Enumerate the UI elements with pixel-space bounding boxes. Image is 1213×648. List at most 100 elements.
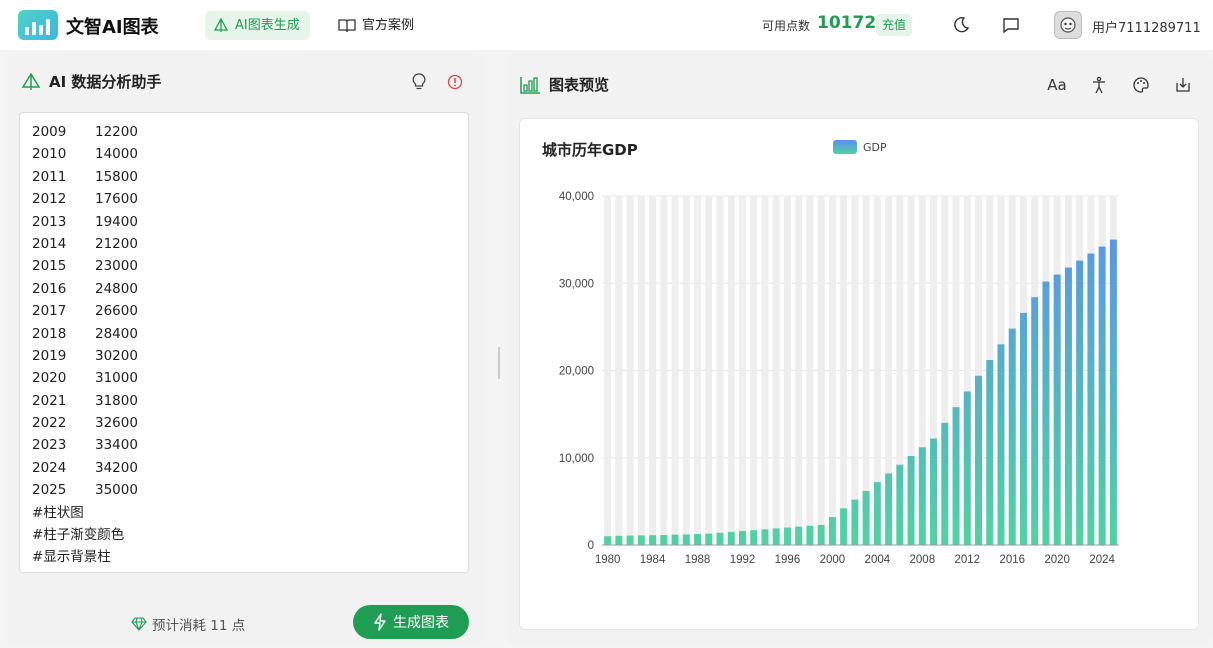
data-line-year: 2023 — [32, 437, 67, 454]
nav-ai-chart[interactable]: AI图表生成 — [205, 11, 310, 40]
bar-2014[interactable] — [986, 360, 994, 545]
bar-1990[interactable] — [716, 532, 724, 545]
bar-2008[interactable] — [918, 447, 926, 545]
data-line: 2023 33400 — [32, 434, 456, 456]
bar-2004[interactable] — [873, 482, 881, 545]
bar-1997[interactable] — [795, 526, 803, 545]
bar-2013[interactable] — [975, 375, 982, 545]
warning-button[interactable] — [445, 72, 465, 92]
bar-1980[interactable] — [604, 536, 612, 545]
bar-1998[interactable] — [806, 525, 814, 545]
avatar[interactable] — [1054, 11, 1082, 39]
bar-2025[interactable] — [1109, 239, 1117, 545]
data-line-value: 31000 — [95, 370, 138, 387]
data-line-year: 2016 — [32, 280, 67, 297]
bar-2016[interactable] — [1008, 328, 1016, 545]
data-line-year: 2021 — [32, 392, 67, 409]
alert-icon — [447, 74, 463, 90]
bar-2021[interactable] — [1064, 267, 1072, 545]
x-tick-label: 2000 — [820, 554, 846, 566]
bar-2010[interactable] — [941, 422, 949, 545]
username[interactable]: 用户7111289711 — [1092, 17, 1201, 36]
app-title: 文智AI图表 — [66, 17, 159, 38]
theme-palette-button[interactable] — [1130, 74, 1152, 96]
data-line-value: 26600 — [95, 303, 138, 320]
tips-button[interactable] — [409, 72, 429, 92]
bar-1994[interactable] — [761, 529, 769, 545]
background-bar — [671, 196, 679, 545]
bar-1996[interactable] — [783, 527, 791, 545]
data-line-year: 2015 — [32, 258, 67, 275]
data-line: 2022 32600 — [32, 412, 456, 434]
data-line: 2024 34200 — [32, 457, 456, 479]
bar-2018[interactable] — [1031, 297, 1039, 545]
bar-2000[interactable] — [828, 517, 836, 545]
data-line: 2019 30200 — [32, 345, 456, 367]
bar-2001[interactable] — [840, 508, 848, 545]
data-line-value: 30200 — [95, 347, 138, 364]
data-tag-line: #柱状图 — [32, 504, 84, 521]
bar-1982[interactable] — [626, 535, 634, 545]
bar-2005[interactable] — [885, 473, 893, 545]
data-line-value: 21200 — [95, 235, 138, 252]
bar-1988[interactable] — [694, 534, 702, 545]
bar-2003[interactable] — [862, 490, 870, 545]
bar-1999[interactable] — [817, 524, 825, 545]
background-bar — [772, 196, 780, 545]
background-bar — [840, 196, 848, 545]
preview-title-text: 图表预览 — [549, 76, 610, 94]
dark-mode-toggle[interactable] — [950, 14, 972, 36]
feedback-button[interactable] — [1000, 14, 1022, 36]
bar-1985[interactable] — [660, 534, 668, 545]
nav-official-cases[interactable]: 官方案例 — [338, 11, 414, 40]
bar-1995[interactable] — [772, 528, 780, 545]
bar-2012[interactable] — [963, 391, 971, 545]
data-line-year: 2014 — [32, 235, 67, 252]
bar-2023[interactable] — [1087, 253, 1095, 545]
data-line-year: 2012 — [32, 191, 67, 208]
bar-2002[interactable] — [851, 499, 859, 545]
accessibility-button[interactable] — [1088, 74, 1110, 96]
font-settings-button[interactable]: Aa — [1046, 74, 1068, 96]
background-bar — [604, 196, 612, 545]
estimated-cost-text: 预计消耗 11 点 — [152, 618, 246, 634]
data-line: 2014 21200 — [32, 233, 456, 255]
bar-1992[interactable] — [739, 531, 746, 545]
bar-1981[interactable] — [615, 535, 623, 545]
bar-2019[interactable] — [1042, 281, 1050, 545]
bar-2011[interactable] — [952, 407, 960, 545]
x-tick-label: 2024 — [1089, 554, 1115, 566]
accessibility-icon — [1093, 76, 1105, 94]
data-line-year: 2017 — [32, 303, 67, 320]
bar-1983[interactable] — [637, 535, 645, 545]
data-tag-line: #柱子渐变颜色 — [32, 527, 125, 544]
bar-1987[interactable] — [682, 534, 690, 545]
panel-resize-handle[interactable] — [498, 347, 500, 379]
data-input-textarea[interactable]: 2009 12200 2010 14000 2011 15800 2012 17600 2013… — [19, 112, 469, 573]
lightbulb-icon — [412, 73, 426, 90]
bar-1989[interactable] — [705, 533, 713, 545]
bar-2006[interactable] — [896, 464, 904, 545]
chart-preview-panel: 图表预览 Aa 城市历年GDP GDP 0 10,000 20,000 30,000 4… — [505, 54, 1213, 645]
data-line-year: 2011 — [32, 168, 67, 185]
bar-1993[interactable] — [750, 530, 758, 545]
bar-2009[interactable] — [930, 438, 938, 545]
bar-1991[interactable] — [727, 531, 735, 545]
background-bar — [817, 196, 825, 545]
bar-1986[interactable] — [671, 534, 679, 545]
download-button[interactable] — [1172, 74, 1194, 96]
bar-1984[interactable] — [649, 535, 657, 545]
bar-2015[interactable] — [997, 344, 1005, 545]
top-bar: 文智AI图表 AI图表生成 官方案例 可用点数 10172 充值 用户71112… — [0, 0, 1213, 50]
bar-2017[interactable] — [1019, 312, 1027, 545]
recharge-button[interactable]: 充值 — [876, 14, 913, 36]
background-bar — [716, 196, 724, 545]
x-tick-label: 2012 — [954, 554, 980, 566]
x-tick-label: 1980 — [595, 554, 621, 566]
bar-2022[interactable] — [1076, 260, 1084, 545]
bar-2020[interactable] — [1053, 274, 1061, 545]
bar-2024[interactable] — [1098, 246, 1106, 545]
generate-chart-button[interactable]: 生成图表 — [353, 605, 469, 639]
points-label: 可用点数 — [762, 19, 811, 33]
bar-2007[interactable] — [907, 456, 915, 545]
